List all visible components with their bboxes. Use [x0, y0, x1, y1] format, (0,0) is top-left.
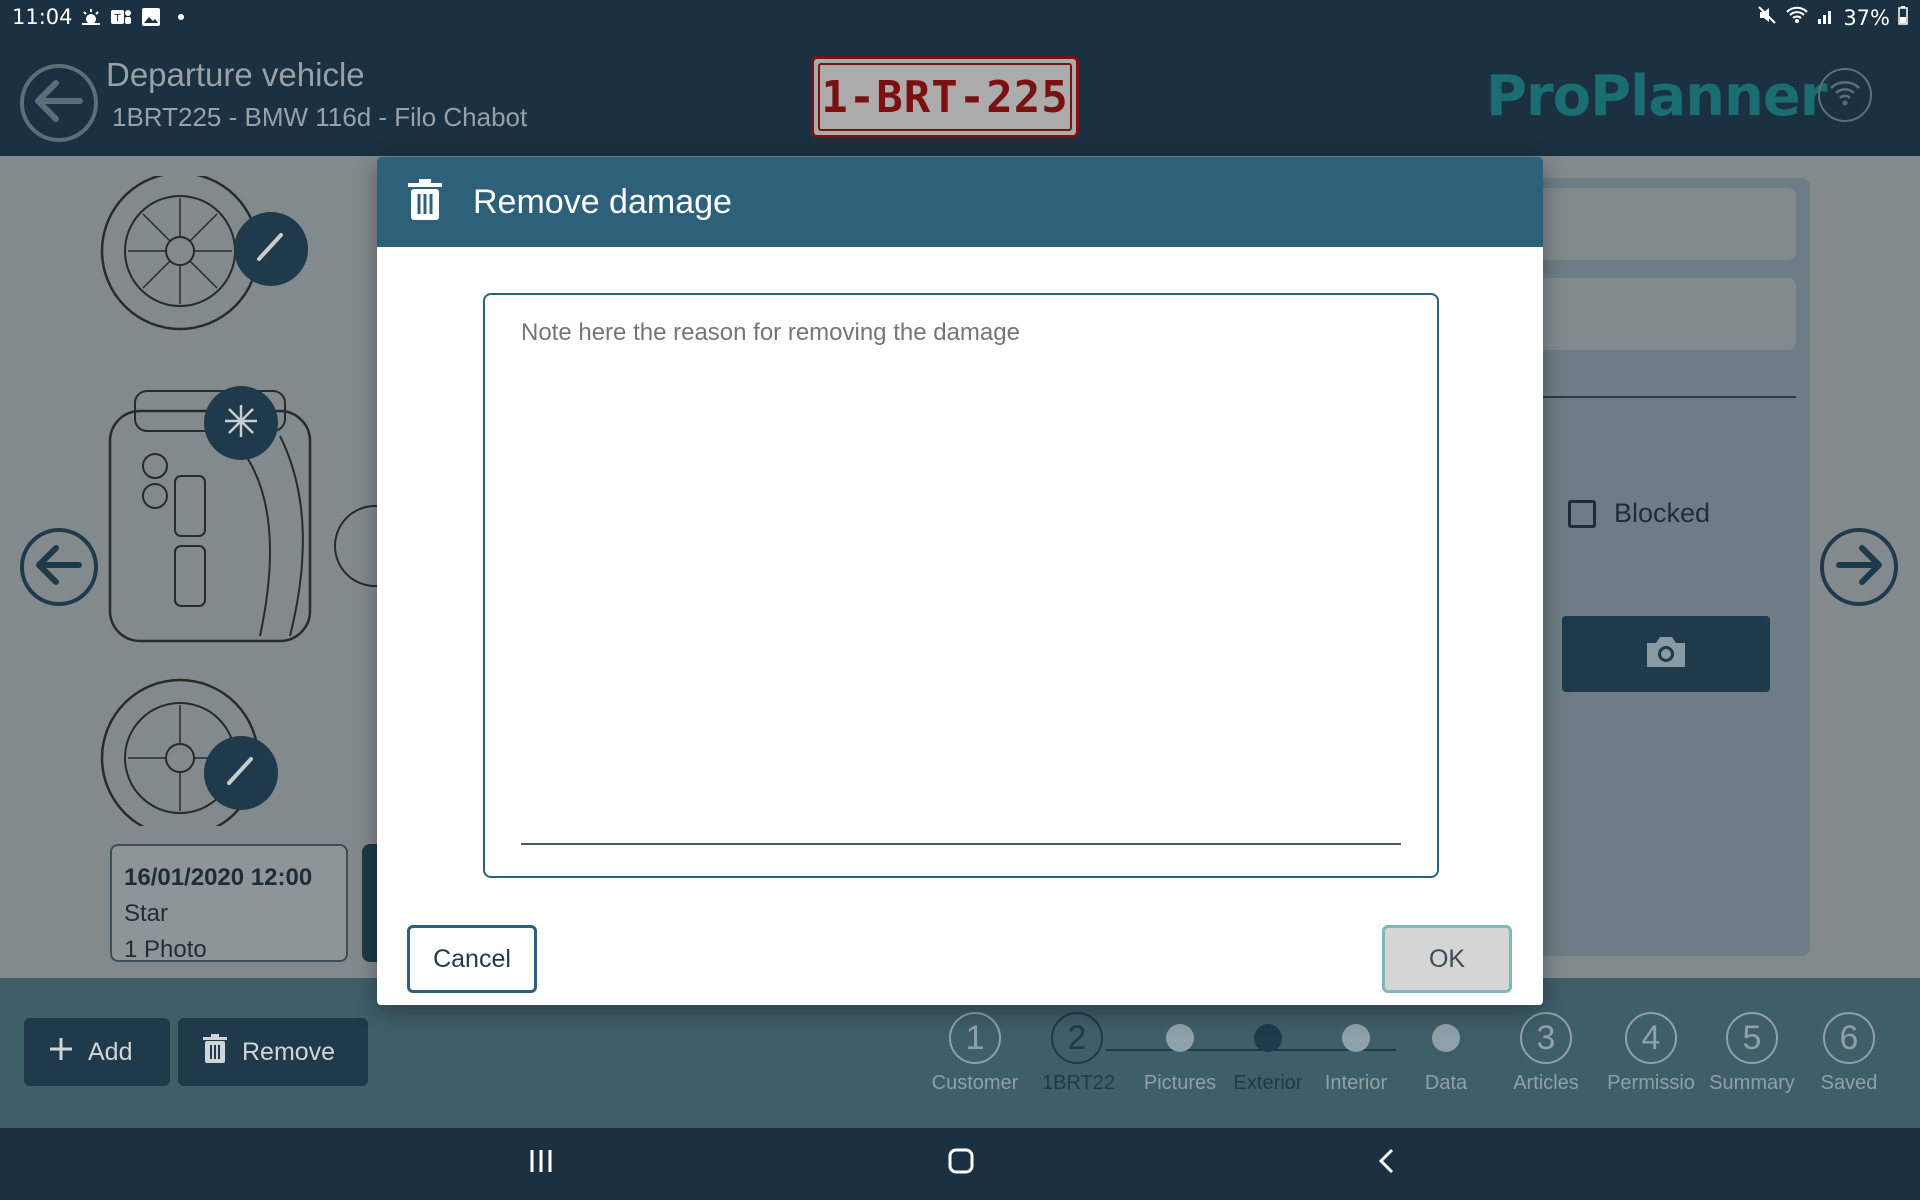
remove-damage-button[interactable]: Remove	[178, 1018, 368, 1086]
next-view-button[interactable]	[1820, 528, 1898, 606]
status-right: 37%	[1757, 5, 1908, 30]
previous-view-button[interactable]	[20, 528, 98, 606]
step-articles[interactable]: 3 Articles	[1506, 1012, 1586, 1095]
add-damage-button[interactable]: Add	[24, 1018, 170, 1086]
star-crack-icon	[221, 401, 261, 445]
substep-interior[interactable]: Interior	[1318, 1012, 1394, 1095]
status-time: 11:04	[12, 5, 73, 29]
substep-dot	[1166, 1024, 1194, 1052]
reason-textarea[interactable]	[521, 315, 1401, 845]
substep-dot	[1432, 1024, 1460, 1052]
license-plate: 1-BRT-225	[811, 56, 1079, 138]
pen-icon	[253, 229, 289, 269]
step-summary[interactable]: 5 Summary	[1706, 1012, 1798, 1095]
checkbox-box[interactable]	[1568, 499, 1596, 528]
app-logo: ProPlanner	[1486, 64, 1827, 129]
substep-dot	[1342, 1024, 1370, 1052]
camera-icon	[1643, 633, 1689, 675]
plus-icon	[48, 1036, 74, 1069]
step-permissions[interactable]: 4 Permissio	[1606, 1012, 1696, 1095]
signal-icon	[1817, 6, 1835, 30]
damage-marker-scratch-2[interactable]	[204, 736, 278, 810]
connection-button[interactable]	[1818, 68, 1872, 122]
status-bar: 11:04 T 37%	[0, 0, 1920, 36]
damage-marker-scratch[interactable]	[234, 212, 308, 286]
vehicle-subtitle: 1BRT225 - BMW 116d - Filo Chabot	[112, 102, 528, 132]
trash-icon	[202, 1033, 228, 1071]
substep-exterior[interactable]: Exterior	[1228, 1012, 1308, 1095]
trash-icon	[407, 179, 443, 225]
remove-label: Remove	[242, 1037, 336, 1066]
reason-field-frame	[483, 293, 1439, 878]
wifi-icon	[1828, 78, 1862, 112]
ok-button[interactable]: OK	[1382, 925, 1512, 993]
dialog-header: Remove damage	[377, 157, 1543, 247]
damage-type: Star	[124, 900, 169, 927]
pen-icon	[223, 753, 259, 793]
add-label: Add	[88, 1037, 133, 1066]
back-button[interactable]	[20, 64, 98, 142]
wizard-stepper: 1 Customer 2 1BRT22 Pictures Exterior In…	[930, 1012, 1890, 1112]
license-plate-text: 1-BRT-225	[818, 63, 1072, 131]
mute-icon	[1757, 5, 1777, 30]
recent-apps-icon[interactable]	[526, 1146, 556, 1180]
damage-card[interactable]: 16/01/2020 12:00 Star 1 Photo	[110, 844, 348, 963]
substep-dot-current	[1254, 1024, 1282, 1052]
blocked-checkbox[interactable]: Blocked	[1568, 498, 1710, 529]
teams-icon: T	[110, 6, 132, 28]
svg-text:T: T	[113, 13, 121, 24]
cancel-button[interactable]: Cancel	[407, 925, 537, 993]
notification-icons: T	[80, 6, 192, 28]
step-customer[interactable]: 1 Customer	[930, 1012, 1020, 1095]
dialog-title: Remove damage	[473, 182, 732, 221]
android-nav-bar	[0, 1128, 1920, 1200]
page-title: Departure vehicle	[106, 56, 365, 93]
damage-date: 16/01/2020 12:00	[124, 864, 313, 891]
damage-photos: 1 Photo	[124, 936, 207, 963]
weather-icon	[80, 6, 102, 28]
wifi-icon	[1785, 5, 1809, 30]
arrow-left-icon	[34, 79, 84, 127]
damage-marker-star[interactable]	[204, 386, 278, 460]
step-vehicle[interactable]: 2 1BRT22	[1042, 1012, 1115, 1095]
step-saved[interactable]: 6 Saved	[1816, 1012, 1882, 1095]
arrow-right-icon	[1835, 544, 1883, 590]
dot-icon	[170, 6, 192, 28]
substep-pictures[interactable]: Pictures	[1142, 1012, 1218, 1095]
home-icon[interactable]	[946, 1146, 976, 1180]
app-header: Departure vehicle 1BRT225 - BMW 116d - F…	[0, 36, 1920, 156]
back-nav-icon[interactable]	[1372, 1146, 1402, 1180]
battery-percent: 37%	[1843, 5, 1890, 30]
car-diagram	[100, 176, 380, 826]
camera-button[interactable]	[1562, 616, 1770, 692]
gallery-icon	[140, 6, 162, 28]
blocked-label: Blocked	[1614, 498, 1711, 528]
substep-data[interactable]: Data	[1408, 1012, 1484, 1095]
battery-icon	[1898, 5, 1908, 30]
arrow-left-icon	[35, 544, 83, 590]
remove-damage-dialog: Remove damage Cancel OK	[377, 157, 1543, 1005]
